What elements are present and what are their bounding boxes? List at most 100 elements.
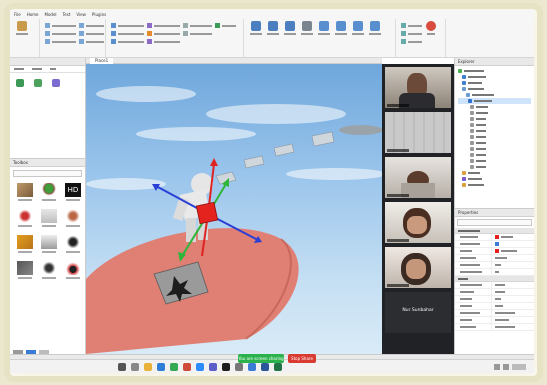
app-icon[interactable] bbox=[248, 363, 256, 371]
toolbox-item[interactable] bbox=[39, 183, 59, 205]
selected-part[interactable] bbox=[195, 201, 219, 225]
asset-tab-3[interactable] bbox=[50, 68, 56, 70]
ungroup-button[interactable] bbox=[351, 21, 365, 49]
start-icon[interactable] bbox=[118, 363, 126, 371]
group-button[interactable] bbox=[334, 21, 348, 49]
team-test-button[interactable] bbox=[317, 21, 331, 49]
prop-row[interactable] bbox=[455, 248, 534, 255]
paste-icon bbox=[17, 21, 27, 31]
tool-select[interactable] bbox=[45, 23, 76, 28]
app-icon[interactable] bbox=[183, 363, 191, 371]
insert-color[interactable] bbox=[147, 31, 180, 36]
toolbox-item[interactable] bbox=[39, 209, 59, 231]
prop-row[interactable] bbox=[455, 255, 534, 262]
tool-rotate[interactable] bbox=[79, 23, 104, 28]
prop-row[interactable] bbox=[455, 282, 534, 289]
volume-icon[interactable] bbox=[503, 364, 509, 370]
platform-block[interactable] bbox=[243, 155, 265, 169]
toolbox-item[interactable] bbox=[63, 261, 83, 283]
anchor-button[interactable] bbox=[368, 21, 382, 49]
insert-import[interactable] bbox=[111, 39, 144, 44]
teams-icon[interactable] bbox=[209, 363, 217, 371]
asset-tab-1[interactable] bbox=[14, 68, 24, 70]
camera-video-icon[interactable] bbox=[196, 363, 204, 371]
toolbox-item[interactable] bbox=[39, 261, 59, 283]
asset-tab-2[interactable] bbox=[32, 68, 42, 70]
insert-ui[interactable] bbox=[111, 31, 144, 36]
word-icon[interactable] bbox=[261, 363, 269, 371]
menu-file[interactable]: File bbox=[14, 12, 21, 17]
insert-part[interactable] bbox=[111, 23, 144, 28]
chrome-icon[interactable] bbox=[170, 363, 178, 371]
toolbox-item[interactable] bbox=[15, 183, 35, 205]
menu-view[interactable]: View bbox=[76, 12, 86, 17]
tool-collisions[interactable] bbox=[79, 31, 104, 36]
toolbox-item[interactable] bbox=[15, 235, 35, 257]
toolbox-item[interactable] bbox=[63, 235, 83, 257]
folder-icon[interactable] bbox=[144, 363, 152, 371]
play-button[interactable] bbox=[249, 21, 263, 49]
insert-group[interactable] bbox=[147, 39, 180, 44]
video-tile[interactable] bbox=[385, 247, 451, 288]
prop-row[interactable] bbox=[455, 317, 534, 324]
properties-title: Properties bbox=[455, 209, 534, 217]
tool-join[interactable] bbox=[79, 39, 104, 44]
asset-item-icon[interactable] bbox=[34, 79, 42, 87]
menu-home[interactable]: Home bbox=[27, 12, 39, 17]
prop-row[interactable] bbox=[455, 234, 534, 241]
tool-scale[interactable] bbox=[45, 39, 76, 44]
insert-anchor[interactable] bbox=[183, 31, 212, 36]
menu-test[interactable]: Test bbox=[63, 12, 71, 17]
prop-row[interactable] bbox=[455, 262, 534, 269]
stop-button[interactable] bbox=[283, 21, 297, 49]
stop-share-button[interactable]: Stop Share bbox=[288, 354, 316, 363]
video-tile[interactable] bbox=[385, 202, 451, 243]
tree-item[interactable] bbox=[458, 182, 531, 188]
toolbox-item[interactable] bbox=[63, 209, 83, 231]
prop-row[interactable] bbox=[455, 324, 534, 331]
toolbox-item[interactable] bbox=[15, 261, 35, 283]
menu-model[interactable]: Model bbox=[45, 12, 57, 17]
toolbox-item[interactable] bbox=[39, 235, 59, 257]
network-icon[interactable] bbox=[494, 364, 500, 370]
3d-viewport[interactable] bbox=[86, 64, 382, 354]
video-tile[interactable] bbox=[385, 112, 451, 153]
adv-local[interactable] bbox=[401, 31, 422, 36]
toolbox-item[interactable] bbox=[15, 209, 35, 231]
menu-plugins[interactable]: Plugins bbox=[92, 12, 106, 17]
video-tile-camera-off[interactable]: Nur Sunbahar bbox=[385, 292, 451, 333]
excel-icon[interactable] bbox=[274, 363, 282, 371]
insert-material[interactable] bbox=[147, 23, 180, 28]
roblox-studio-icon[interactable] bbox=[222, 363, 230, 371]
record-button[interactable] bbox=[425, 21, 437, 49]
prop-row[interactable] bbox=[455, 289, 534, 296]
prop-row[interactable] bbox=[455, 303, 534, 310]
video-tile[interactable] bbox=[385, 67, 451, 108]
video-tile[interactable] bbox=[385, 157, 451, 198]
search-icon[interactable] bbox=[131, 363, 139, 371]
prop-row[interactable] bbox=[455, 241, 534, 248]
adv-script[interactable] bbox=[401, 23, 422, 28]
toolbox-search-input[interactable] bbox=[13, 170, 82, 177]
adv-module[interactable] bbox=[401, 39, 422, 44]
insert-lock[interactable] bbox=[183, 23, 212, 28]
resume-button[interactable] bbox=[266, 21, 280, 49]
toolbox-item[interactable]: HD bbox=[63, 183, 83, 205]
platform-block[interactable] bbox=[311, 131, 335, 147]
platform-disc[interactable] bbox=[339, 125, 382, 135]
settings-button[interactable] bbox=[300, 21, 314, 49]
clock[interactable] bbox=[512, 364, 526, 370]
insert-terrain[interactable] bbox=[215, 23, 236, 28]
app-icon[interactable] bbox=[235, 363, 243, 371]
tool-move[interactable] bbox=[45, 31, 76, 36]
asset-item-icon[interactable] bbox=[16, 79, 24, 87]
properties-filter-input[interactable] bbox=[457, 219, 532, 226]
platform-block[interactable] bbox=[273, 143, 295, 157]
paste-button[interactable] bbox=[15, 21, 29, 49]
screen-share-indicator[interactable]: You are screen sharing bbox=[238, 354, 284, 363]
prop-row[interactable] bbox=[455, 310, 534, 317]
prop-row[interactable] bbox=[455, 269, 534, 276]
asset-item-icon[interactable] bbox=[52, 79, 60, 87]
browser-icon[interactable] bbox=[157, 363, 165, 371]
prop-row[interactable] bbox=[455, 296, 534, 303]
